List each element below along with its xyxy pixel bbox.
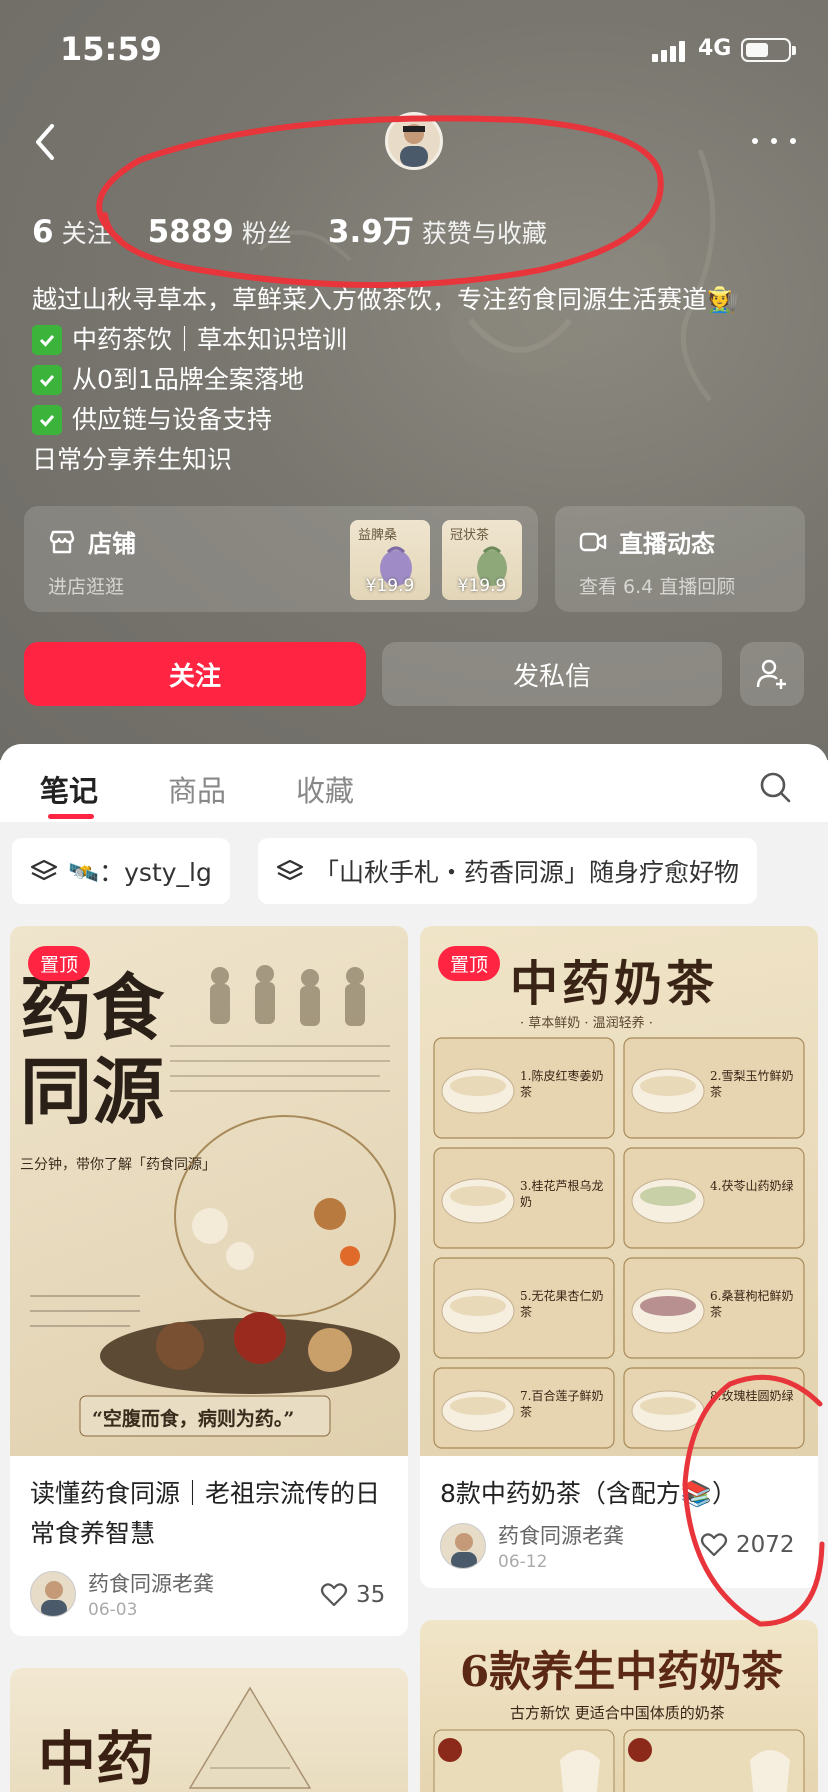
highlight-circle-annotation [682,1374,825,1627]
highlight-circle-annotation [96,115,664,288]
profile-header: 15:59 4G 6 关注 5889 粉丝 3.9万 获赞与收藏 越过山秋寻草本，草鲜… [0,0,828,760]
content-sheet: 笔记 商品 收藏 🛰️：ysty_lg 「山秋手札・药香同源」随身疗愈好物 药食… [0,744,828,1792]
